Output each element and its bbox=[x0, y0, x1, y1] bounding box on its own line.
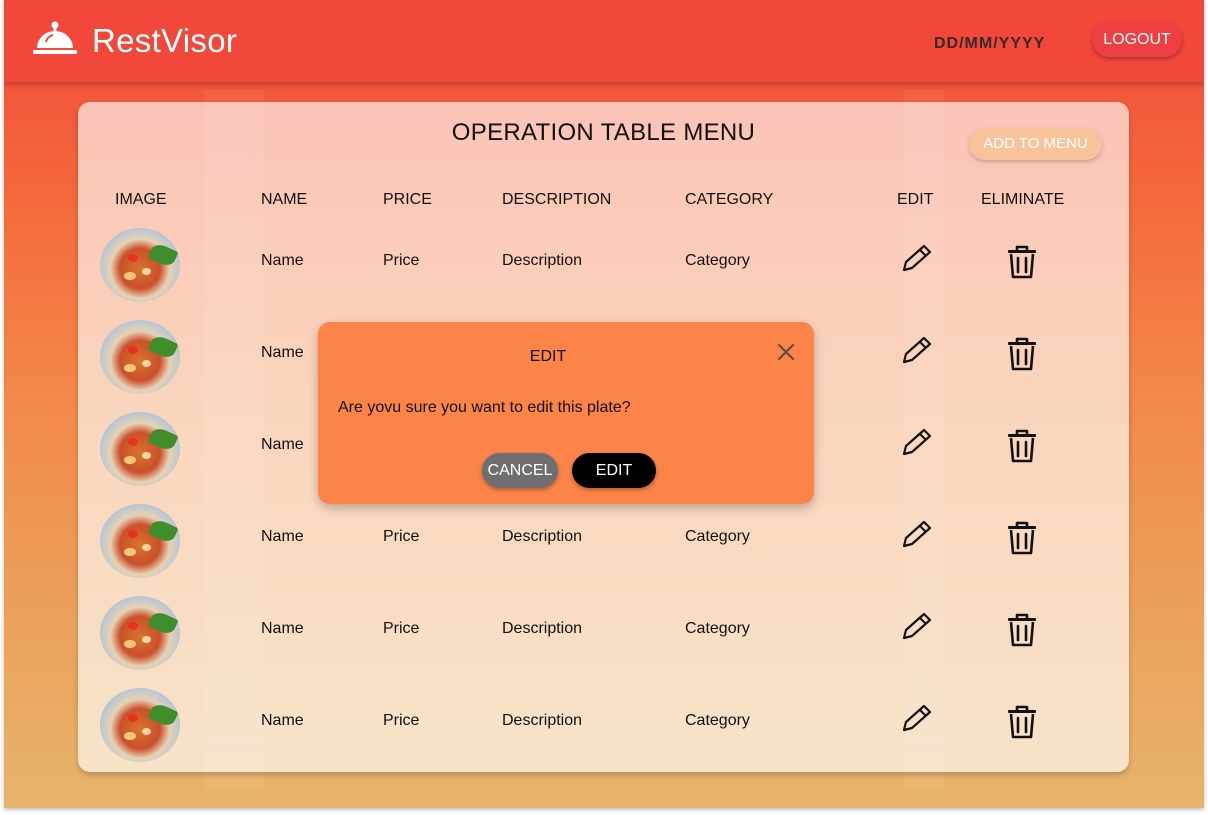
header-bar: RestVisor DD/MM/YYYY LOGOUT bbox=[4, 0, 1204, 82]
pencil-icon[interactable] bbox=[898, 610, 934, 642]
dialog-title: EDIT bbox=[529, 348, 567, 365]
row-price: Price bbox=[383, 252, 420, 269]
column-header-category: CATEGORY bbox=[685, 191, 774, 208]
row-name: Name bbox=[261, 712, 304, 729]
column-header-eliminate: ELIMINATE bbox=[981, 191, 1065, 208]
trash-icon[interactable] bbox=[1004, 704, 1040, 740]
logout-button[interactable]: LOGOUT bbox=[1092, 22, 1182, 57]
row-price: Price bbox=[383, 620, 420, 637]
dialog-message: Are yovu sure you want to edit this plat… bbox=[338, 399, 631, 416]
row-description: Description bbox=[502, 712, 583, 729]
brand-name: RestVisor bbox=[92, 22, 238, 59]
close-icon[interactable] bbox=[774, 340, 798, 364]
table-row: Name Price Description Category bbox=[78, 228, 1129, 320]
dish-image bbox=[100, 688, 180, 762]
row-description: Description bbox=[502, 252, 583, 269]
row-name: Name bbox=[261, 436, 304, 453]
column-header-image: IMAGE bbox=[115, 191, 167, 208]
table-row: Name Price Description Category bbox=[78, 688, 1129, 780]
add-to-menu-button[interactable]: ADD TO MENU bbox=[969, 128, 1102, 160]
row-description: Description bbox=[502, 528, 583, 545]
app-frame: RestVisor DD/MM/YYYY LOGOUT OPERATION TA… bbox=[4, 0, 1204, 808]
row-name: Name bbox=[261, 528, 304, 545]
trash-icon[interactable] bbox=[1004, 428, 1040, 464]
dish-image bbox=[100, 504, 180, 578]
row-description: Description bbox=[502, 620, 583, 637]
pencil-icon[interactable] bbox=[898, 242, 934, 274]
pencil-icon[interactable] bbox=[898, 702, 934, 734]
row-price: Price bbox=[383, 528, 420, 545]
column-header-price: PRICE bbox=[383, 191, 432, 208]
row-category: Category bbox=[685, 528, 750, 545]
cloche-icon bbox=[33, 21, 77, 54]
row-price: Price bbox=[383, 712, 420, 729]
cancel-button[interactable]: CANCEL bbox=[482, 453, 558, 488]
trash-icon[interactable] bbox=[1004, 612, 1040, 648]
edit-confirmation-dialog: EDIT Are yovu sure you want to edit this… bbox=[318, 322, 814, 504]
table-row: Name Price Description Category bbox=[78, 504, 1129, 596]
column-header-edit: EDIT bbox=[897, 191, 934, 208]
row-name: Name bbox=[261, 620, 304, 637]
date-display: DD/MM/YYYY bbox=[934, 35, 1046, 52]
pencil-icon[interactable] bbox=[898, 334, 934, 366]
confirm-edit-button[interactable]: EDIT bbox=[572, 453, 656, 488]
trash-icon[interactable] bbox=[1004, 244, 1040, 280]
row-name: Name bbox=[261, 252, 304, 269]
dish-image bbox=[100, 228, 180, 302]
dish-image bbox=[100, 596, 180, 670]
row-name: Name bbox=[261, 344, 304, 361]
table-row: Name Price Description Category bbox=[78, 596, 1129, 688]
pencil-icon[interactable] bbox=[898, 426, 934, 458]
row-category: Category bbox=[685, 620, 750, 637]
dish-image bbox=[100, 412, 180, 486]
column-header-description: DESCRIPTION bbox=[502, 191, 612, 208]
row-category: Category bbox=[685, 712, 750, 729]
column-header-name: NAME bbox=[261, 191, 308, 208]
trash-icon[interactable] bbox=[1004, 336, 1040, 372]
row-category: Category bbox=[685, 252, 750, 269]
pencil-icon[interactable] bbox=[898, 518, 934, 550]
trash-icon[interactable] bbox=[1004, 520, 1040, 556]
dish-image bbox=[100, 320, 180, 394]
